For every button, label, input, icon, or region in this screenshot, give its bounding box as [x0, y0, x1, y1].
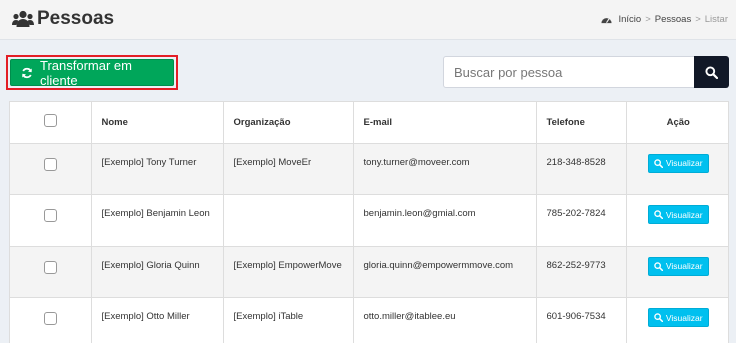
- table-row: [Exemplo] Tony Turner [Exemplo] MoveEr t…: [10, 143, 728, 195]
- view-button[interactable]: Visualizar: [647, 256, 709, 276]
- cell-acao: Visualizar: [626, 246, 728, 298]
- row-select-cell: [10, 143, 92, 195]
- search-icon: [705, 65, 718, 79]
- row-checkbox[interactable]: [43, 260, 57, 274]
- column-header-nome[interactable]: Nome: [91, 102, 224, 144]
- refresh-icon: [22, 67, 32, 78]
- view-button[interactable]: Visualizar: [647, 205, 709, 224]
- convert-button-highlight: Transformar em cliente: [6, 55, 178, 90]
- view-button[interactable]: Visualizar: [647, 308, 709, 327]
- breadcrumb-home[interactable]: Início: [618, 14, 641, 25]
- breadcrumb-pessoas[interactable]: Pessoas: [655, 14, 691, 25]
- view-button-label: Visualizar: [665, 209, 703, 220]
- cell-organizacao: [223, 194, 354, 247]
- view-button-label: Visualizar: [665, 312, 703, 323]
- search-icon: [654, 158, 663, 168]
- breadcrumb-separator: >: [645, 14, 651, 25]
- row-select-cell: [10, 194, 92, 247]
- cell-telefone: 785-202-7824: [536, 194, 627, 247]
- table-row: [Exemplo] Gloria Quinn [Exemplo] Empower…: [10, 246, 728, 298]
- breadcrumb: Início > Pessoas > Listar: [601, 14, 728, 25]
- search-group: [443, 56, 729, 88]
- cell-nome: [Exemplo] Benjamin Leon: [91, 194, 224, 247]
- cell-email: gloria.quinn@empowermmove.com: [353, 246, 537, 298]
- cell-telefone: 862-252-9773: [536, 246, 627, 298]
- convert-to-client-button[interactable]: Transformar em cliente: [10, 57, 174, 88]
- breadcrumb-separator: >: [695, 14, 701, 25]
- table-row: [Exemplo] Otto Miller [Exemplo] iTable o…: [10, 297, 728, 343]
- cell-nome: [Exemplo] Gloria Quinn: [91, 246, 224, 298]
- cell-acao: Visualizar: [626, 297, 728, 343]
- cell-acao: Visualizar: [626, 143, 728, 195]
- table-header-row: Nome Organização E-mail Telefone Ação: [10, 102, 728, 144]
- row-select-cell: [10, 297, 92, 343]
- cell-email: tony.turner@moveer.com: [353, 143, 537, 195]
- row-checkbox[interactable]: [43, 312, 57, 325]
- search-icon: [654, 210, 663, 219]
- select-all-checkbox[interactable]: [43, 114, 57, 128]
- table-row: [Exemplo] Benjamin Leon benjamin.leon@gm…: [10, 194, 728, 247]
- view-button[interactable]: Visualizar: [647, 153, 709, 173]
- cell-acao: Visualizar: [626, 194, 728, 247]
- row-checkbox[interactable]: [43, 157, 57, 171]
- content-header: Pessoas Início > Pessoas > Listar: [0, 0, 736, 40]
- column-header-acao: Ação: [626, 102, 728, 144]
- people-table: Nome Organização E-mail Telefone Ação [E…: [10, 102, 728, 343]
- search-icon: [654, 313, 663, 322]
- convert-to-client-label: Transformar em cliente: [39, 57, 132, 88]
- cell-email: benjamin.leon@gmial.com: [353, 194, 537, 247]
- cell-organizacao: [Exemplo] EmpowerMove: [223, 246, 354, 298]
- column-header-organizacao[interactable]: Organização: [223, 102, 354, 144]
- cell-email: otto.miller@itablee.eu: [353, 297, 537, 343]
- column-header-email[interactable]: E-mail: [353, 102, 537, 144]
- row-select-cell: [10, 246, 92, 298]
- users-icon: [12, 10, 34, 27]
- cell-telefone: 601-906-7534: [536, 297, 627, 343]
- people-table-container: Nome Organização E-mail Telefone Ação [E…: [9, 101, 729, 343]
- cell-nome: [Exemplo] Tony Turner: [91, 143, 224, 195]
- search-button[interactable]: [694, 56, 729, 88]
- select-all-cell: [10, 102, 92, 144]
- cell-telefone: 218-348-8528: [536, 143, 627, 195]
- dashboard-icon: [601, 18, 613, 24]
- cell-nome: [Exemplo] Otto Miller: [91, 297, 224, 343]
- view-button-label: Visualizar: [665, 158, 703, 168]
- column-header-telefone[interactable]: Telefone: [536, 102, 627, 144]
- view-button-label: Visualizar: [665, 261, 703, 271]
- row-checkbox[interactable]: [43, 209, 57, 222]
- breadcrumb-current: Listar: [704, 14, 728, 25]
- page-title: Pessoas: [37, 8, 115, 29]
- cell-organizacao: [Exemplo] MoveEr: [223, 143, 354, 195]
- cell-organizacao: [Exemplo] iTable: [223, 297, 354, 343]
- search-input[interactable]: [443, 56, 695, 88]
- search-icon: [654, 261, 663, 271]
